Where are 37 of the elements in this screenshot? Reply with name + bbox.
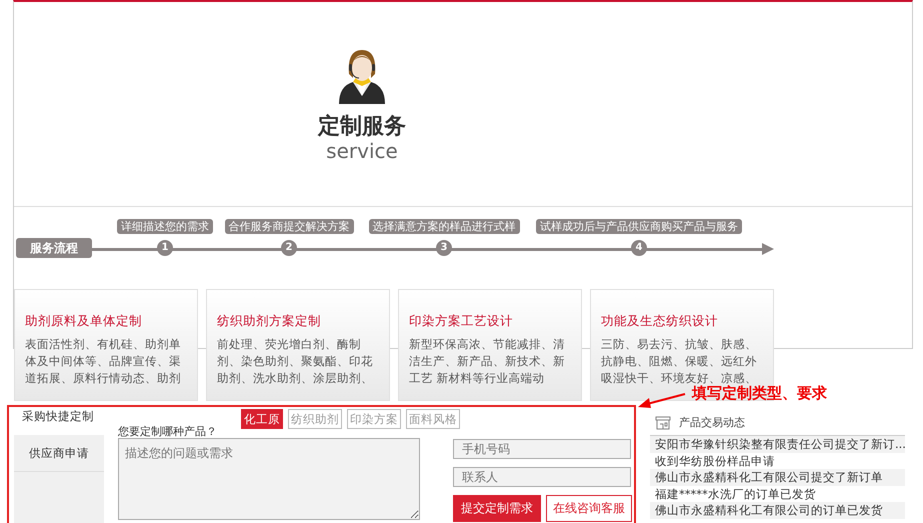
- card-text: 表面活性剂、有机硅、助剂单体及中间体等、品牌宣传、渠道拓展、原料行情动态、助剂: [25, 336, 182, 387]
- step-number: 3: [436, 240, 452, 256]
- customer-service-agent-icon: [337, 48, 387, 104]
- step-caption: 详细描述您的需求: [117, 219, 213, 234]
- card-title: 助剂原料及单体定制: [25, 312, 143, 330]
- news-item[interactable]: 福建*****水洗厂的订单已发货: [650, 486, 905, 502]
- hero-title: 定制服务: [318, 114, 406, 140]
- card-title: 纺织助剂方案定制: [217, 312, 322, 330]
- news-item[interactable]: 佛山市永盛精科化工有限公司的订单已发货: [650, 502, 905, 518]
- card-title: 功能及生态纺织设计: [601, 312, 719, 330]
- submit-button[interactable]: 提交定制需求: [453, 495, 541, 522]
- news-item[interactable]: 收到华纺股份样品申请: [650, 452, 905, 469]
- process-label: 服务流程: [16, 238, 92, 258]
- annotation-text: 填写定制类型、要求: [692, 384, 827, 403]
- news-title: 产品交易动态: [679, 415, 745, 430]
- hero-subtitle: service: [326, 140, 398, 162]
- phone-field[interactable]: 手机号码: [453, 439, 631, 459]
- card-text: 三防、易去污、抗皱、肤感、抗静电、阻燃、保暖、远红外吸湿快干、环境友好、凉感、: [601, 336, 758, 385]
- card-text: 新型环保高浓、节能减排、清洁生产、新产品、新技术、新工艺 新材料等行业高端动: [409, 336, 566, 387]
- annotation-arrow: [637, 393, 687, 409]
- step-caption: 选择满意方案的样品进行式样: [368, 219, 520, 234]
- news-item[interactable]: 佛山市永盛精科化工有限公司提交了新订单: [650, 469, 905, 486]
- shop-icon: [655, 416, 671, 430]
- step-number: 2: [281, 240, 297, 256]
- news-item[interactable]: 安阳市华豫针织染整有限责任公司提交了新订...: [650, 436, 905, 452]
- question-label: 您要定制哪种产品？: [118, 424, 217, 439]
- consult-button[interactable]: 在线咨询客服: [546, 495, 632, 522]
- card-title: 印染方案工艺设计: [409, 312, 514, 330]
- form-tab[interactable]: 供应商申请: [14, 435, 104, 472]
- step-number: 1: [157, 240, 173, 256]
- step-number: 4: [631, 240, 647, 256]
- category-tag[interactable]: 化工原: [241, 409, 283, 429]
- description-field[interactable]: 描述您的问题或需求: [118, 438, 420, 520]
- step-caption: 合作服务商提交解决方案: [224, 219, 354, 234]
- step-caption: 试样成功后与产品供应商购买产品与服务: [536, 219, 742, 234]
- card-text: 前处理、荧光增白剂、酶制剂、染色助剂、聚氨酯、印花助剂、洗水助剂、涂层助剂、: [217, 336, 374, 387]
- contact-field[interactable]: 联系人: [453, 467, 631, 487]
